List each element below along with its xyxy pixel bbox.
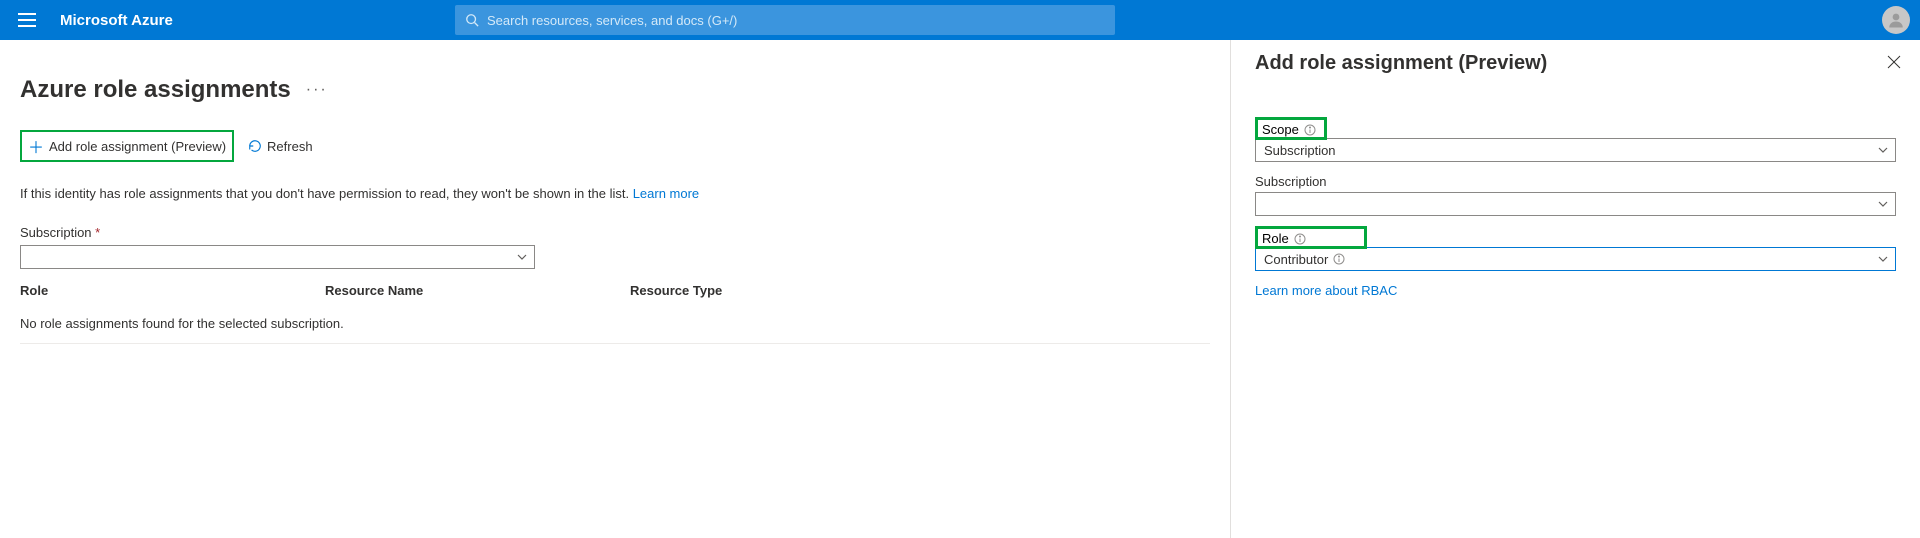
user-icon [1887,11,1905,29]
top-nav-bar: Microsoft Azure [0,0,1920,40]
panel-title: Add role assignment (Preview) [1255,52,1896,75]
role-label: Role [1262,231,1289,246]
learn-more-link[interactable]: Learn more [633,186,699,201]
add-role-assignment-label: Add role assignment (Preview) [49,139,226,154]
col-role: Role [20,283,325,298]
info-icon[interactable] [1294,233,1306,245]
subscription-select[interactable] [20,245,535,269]
role-highlight: Role [1255,226,1367,249]
chevron-down-icon [516,251,528,263]
chevron-down-icon [1877,198,1889,210]
main-content: Azure role assignments ··· ＋ Add role as… [0,40,1230,538]
table-header: Role Resource Name Resource Type [20,283,1210,306]
scope-highlight: Scope [1255,117,1327,140]
info-icon[interactable] [1333,253,1345,265]
subscription-panel-select[interactable] [1255,192,1896,216]
add-role-panel: Add role assignment (Preview) Scope Subs… [1230,40,1920,538]
brand-title[interactable]: Microsoft Azure [60,12,173,29]
chevron-down-icon [1877,144,1889,156]
role-select[interactable]: Contributor [1255,247,1896,271]
search-input[interactable] [487,13,1105,28]
plus-icon: ＋ [28,134,44,158]
refresh-icon [248,139,262,153]
scope-value: Subscription [1264,143,1336,158]
col-resource-type: Resource Type [630,283,1210,298]
table-empty-message: No role assignments found for the select… [20,306,1210,344]
user-avatar[interactable] [1882,6,1910,34]
role-value: Contributor [1264,252,1328,267]
scope-label: Scope [1262,122,1299,137]
more-actions-icon[interactable]: ··· [306,81,328,99]
subscription-label: Subscription * [20,225,1210,240]
scope-select[interactable]: Subscription [1255,138,1896,162]
refresh-button[interactable]: Refresh [242,137,319,156]
chevron-down-icon [1877,253,1889,265]
subscription-panel-label: Subscription [1255,174,1896,189]
global-search[interactable] [455,5,1115,35]
close-icon[interactable] [1886,54,1902,70]
info-icon[interactable] [1304,124,1316,136]
page-title: Azure role assignments [20,76,291,104]
add-role-assignment-button[interactable]: ＋ Add role assignment (Preview) [20,130,234,162]
info-text: If this identity has role assignments th… [20,186,1210,201]
search-icon [465,13,479,27]
refresh-label: Refresh [267,139,313,154]
rbac-learn-more-link[interactable]: Learn more about RBAC [1255,283,1896,298]
menu-icon[interactable] [18,13,36,27]
col-resource-name: Resource Name [325,283,630,298]
